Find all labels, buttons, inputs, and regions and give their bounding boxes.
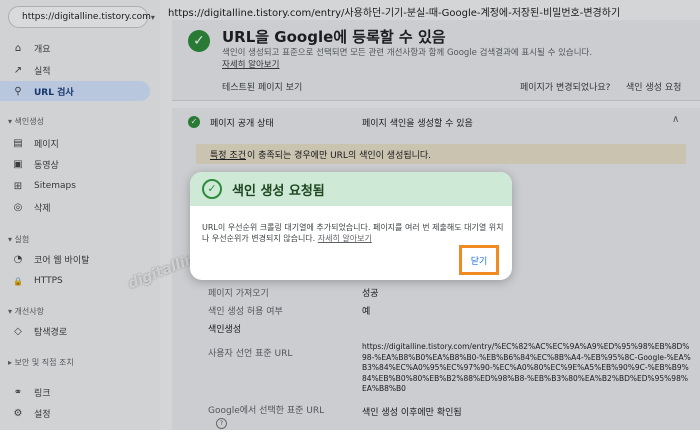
dialog-body: URL이 우선순위 크롤링 대기열에 추가되었습니다. 페이지를 여러 번 제출… — [202, 223, 504, 243]
check-circle-icon: ✓ — [202, 179, 222, 199]
dialog-title: 색인 생성 요청됨 — [232, 183, 325, 199]
dialog-learn-more-link[interactable]: 자세히 알아보기 — [318, 234, 372, 243]
close-button[interactable]: 닫기 — [459, 245, 499, 275]
dialog-header: ✓ 색인 생성 요청됨 — [190, 172, 512, 206]
indexing-requested-dialog: ✓ 색인 생성 요청됨 URL이 우선순위 크롤링 대기열에 추가되었습니다. … — [190, 172, 512, 280]
